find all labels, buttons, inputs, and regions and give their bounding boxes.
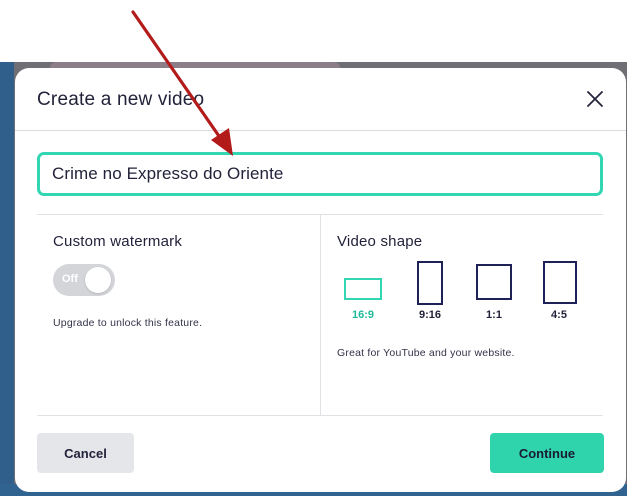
cancel-button-label: Cancel	[64, 446, 107, 461]
watermark-section-title: Custom watermark	[53, 233, 183, 250]
watermark-toggle[interactable]: Off	[53, 264, 115, 296]
vertical-shape-icon	[543, 261, 577, 304]
backdrop-sidebar-strip	[0, 62, 14, 496]
shape-option-9-16[interactable]: 9:16	[404, 261, 456, 323]
cancel-button[interactable]: Cancel	[37, 433, 134, 473]
continue-button-label: Continue	[518, 446, 576, 461]
continue-button[interactable]: Continue	[490, 433, 604, 473]
column-divider	[320, 215, 321, 415]
shape-option-1-1[interactable]: 1:1	[468, 261, 520, 323]
shape-option-label: 4:5	[551, 309, 567, 321]
close-icon	[587, 91, 603, 107]
screen: Create a new video Custom watermark Off …	[0, 0, 627, 496]
portrait-shape-icon	[417, 261, 443, 305]
landscape-shape-icon	[344, 278, 382, 300]
square-shape-icon	[476, 264, 512, 300]
shape-option-16-9[interactable]: 16:9	[337, 261, 389, 323]
shape-option-label: 16:9	[351, 309, 375, 321]
create-video-dialog: Create a new video Custom watermark Off …	[15, 68, 626, 492]
shape-option-label: 1:1	[486, 309, 502, 321]
shape-description: Great for YouTube and your website.	[337, 347, 515, 359]
dialog-header: Create a new video	[15, 68, 626, 131]
shape-option-label: 9:16	[418, 309, 442, 321]
toggle-state-label: Off	[62, 273, 78, 285]
video-name-input[interactable]	[37, 152, 603, 196]
divider	[37, 415, 603, 416]
dialog-title: Create a new video	[37, 89, 205, 110]
close-button[interactable]	[583, 87, 607, 111]
video-shape-section-title: Video shape	[337, 233, 423, 250]
upgrade-note: Upgrade to unlock this feature.	[53, 317, 203, 329]
toggle-knob	[85, 267, 111, 293]
shape-option-4-5[interactable]: 4:5	[533, 261, 585, 323]
